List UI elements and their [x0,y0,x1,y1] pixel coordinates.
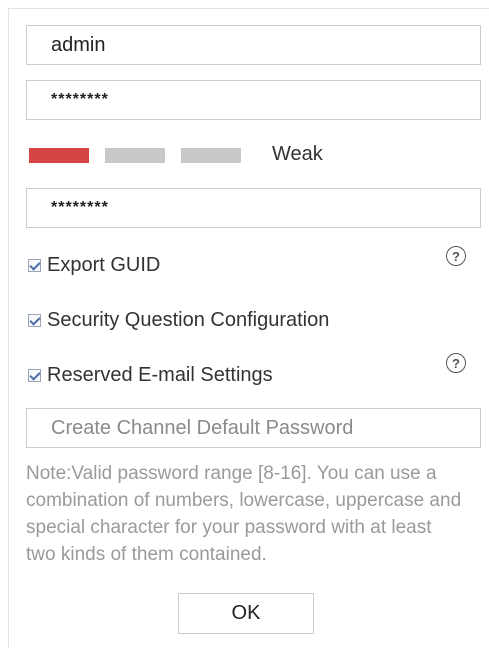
username-field[interactable]: admin [26,25,481,65]
reserved-email-option[interactable]: Reserved E-mail Settings [28,364,273,387]
security-question-checkbox[interactable] [28,314,41,327]
strength-bar-3 [181,147,241,163]
confirm-password-value: ******** [51,199,109,216]
password-field[interactable]: ******** [26,80,481,120]
reserved-email-label: Reserved E-mail Settings [47,364,273,386]
channel-default-password-field[interactable]: Create Channel Default Password [26,408,481,448]
username-value: admin [51,33,106,56]
ok-button[interactable]: OK [178,593,314,634]
reserved-email-checkbox[interactable] [28,369,41,382]
channel-default-password-placeholder: Create Channel Default Password [51,416,354,439]
export-guid-label: Export GUID [47,254,161,276]
help-icon[interactable]: ? [446,246,466,266]
export-guid-option[interactable]: Export GUID [28,254,160,277]
ok-button-label: OK [231,602,261,624]
password-strength-meter [29,147,257,163]
password-value: ******** [51,91,109,108]
confirm-password-field[interactable]: ******** [26,188,481,228]
help-icon[interactable]: ? [446,353,466,373]
strength-label: Weak [272,143,323,165]
security-question-label: Security Question Configuration [47,309,330,331]
strength-bar-2 [105,147,165,163]
password-note: Note:Valid password range [8-16]. You ca… [26,463,462,565]
security-question-option[interactable]: Security Question Configuration [28,309,329,332]
strength-bar-1 [29,147,89,163]
export-guid-checkbox[interactable] [28,259,41,272]
